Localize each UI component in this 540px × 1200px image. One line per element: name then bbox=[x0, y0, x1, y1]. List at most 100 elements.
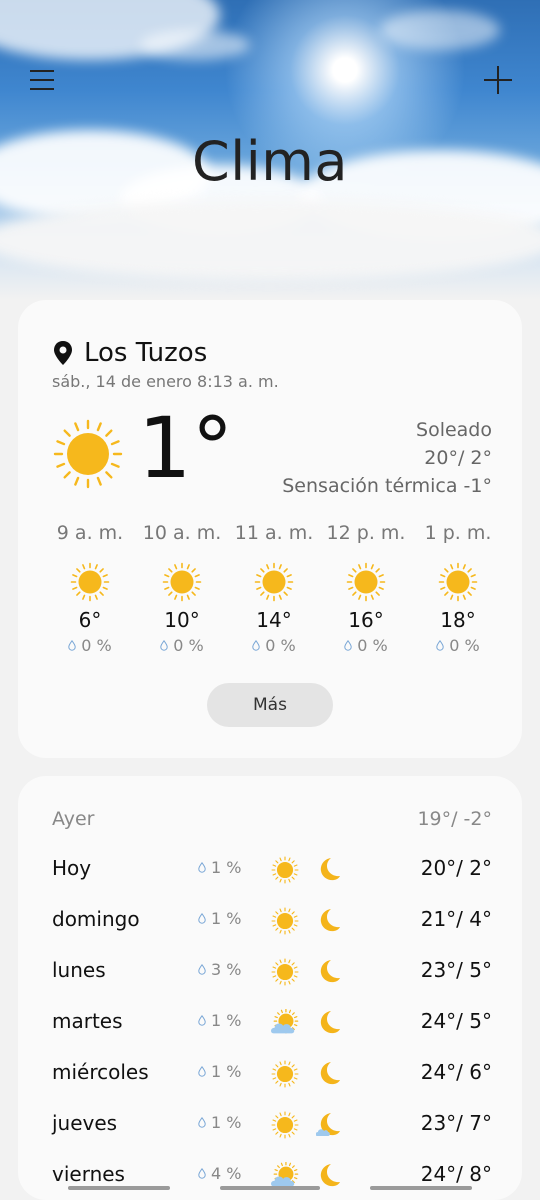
hour-precipitation: 0 % bbox=[136, 636, 228, 655]
hour-precipitation: 0 % bbox=[320, 636, 412, 655]
precipitation-value: 0 % bbox=[265, 636, 296, 655]
hour-time: 12 p. m. bbox=[326, 522, 406, 544]
sunny-icon bbox=[271, 1060, 299, 1088]
forecast-day-row[interactable]: jueves 1 % 23°/ 7° bbox=[52, 1103, 492, 1143]
condition-text: Soleado bbox=[416, 419, 492, 441]
moon-cloud-icon bbox=[316, 1113, 340, 1136]
day-name: martes bbox=[52, 1009, 123, 1033]
day-temperatures: 23°/ 5° bbox=[420, 958, 492, 982]
forecast-day-row[interactable]: miércoles 1 % 24°/ 6° bbox=[52, 1052, 492, 1092]
current-temperature: 1° bbox=[138, 399, 234, 497]
raindrop-icon bbox=[198, 1117, 206, 1128]
forecast-day-row[interactable]: lunes 3 % 23°/ 5° bbox=[52, 950, 492, 990]
day-name: Hoy bbox=[52, 856, 92, 880]
nav-recent-apps[interactable] bbox=[68, 1186, 170, 1190]
moon-icon bbox=[320, 1164, 340, 1187]
sunny-icon bbox=[271, 907, 299, 935]
day-temperatures: 24°/ 5° bbox=[420, 1009, 492, 1033]
hour-column: 1 p. m. 18° 0 % bbox=[412, 522, 504, 655]
location-name: Los Tuzos bbox=[84, 338, 208, 368]
raindrop-icon bbox=[160, 640, 168, 651]
weather-screen: Clima Los Tuzos sáb., 14 de enero 8:13 a… bbox=[0, 0, 540, 1200]
day-name: domingo bbox=[52, 907, 140, 931]
sunny-icon bbox=[271, 1111, 299, 1139]
raindrop-icon bbox=[252, 640, 260, 651]
precipitation-value: 4 % bbox=[211, 1164, 242, 1183]
hour-temperature: 14° bbox=[256, 608, 292, 632]
yesterday-label: Ayer bbox=[52, 808, 95, 830]
precipitation-value: 0 % bbox=[173, 636, 204, 655]
more-button[interactable]: Más bbox=[207, 683, 333, 727]
hour-precipitation: 0 % bbox=[228, 636, 320, 655]
sunny-icon bbox=[438, 562, 478, 602]
day-temperatures: 21°/ 4° bbox=[420, 907, 492, 931]
condition-block: Soleado 20°/ 2° Sensación térmica -1° bbox=[282, 416, 492, 500]
day-precipitation: 1 % bbox=[198, 1062, 241, 1081]
yesterday-temps: 19°/ -2° bbox=[417, 808, 492, 830]
sunny-icon bbox=[271, 856, 299, 884]
day-name: lunes bbox=[52, 958, 106, 982]
hour-time: 10 a. m. bbox=[142, 522, 222, 544]
hamburger-menu-icon[interactable] bbox=[28, 66, 56, 94]
precipitation-value: 1 % bbox=[211, 1062, 242, 1081]
raindrop-icon bbox=[198, 862, 206, 873]
precipitation-value: 0 % bbox=[449, 636, 480, 655]
day-precipitation: 1 % bbox=[198, 858, 241, 877]
plus-icon[interactable] bbox=[482, 64, 514, 96]
current-datetime: sáb., 14 de enero 8:13 a. m. bbox=[52, 372, 279, 391]
day-name: jueves bbox=[52, 1111, 118, 1135]
hour-temperature: 18° bbox=[440, 608, 476, 632]
sunny-icon bbox=[53, 419, 123, 489]
moon-icon bbox=[320, 909, 340, 932]
raindrop-icon bbox=[198, 1168, 206, 1179]
sunny-icon bbox=[162, 562, 202, 602]
daily-forecast-card[interactable]: Ayer 19°/ -2° Hoy 1 % 20°/ 2° domingo 1 % 21°… bbox=[18, 776, 522, 1200]
raindrop-icon bbox=[344, 640, 352, 651]
raindrop-icon bbox=[198, 1015, 206, 1026]
precipitation-value: 1 % bbox=[211, 1011, 242, 1030]
precipitation-value: 1 % bbox=[211, 858, 242, 877]
feels-like: Sensación térmica -1° bbox=[282, 475, 492, 497]
location-pin-icon bbox=[54, 341, 72, 365]
hour-time: 1 p. m. bbox=[424, 522, 492, 544]
hourly-forecast: 9 a. m. 6° 0 % 10 a. m. 10° 0 % 11 a. m. 14° 0 %… bbox=[44, 522, 504, 655]
sunny-icon bbox=[70, 562, 110, 602]
hour-column: 11 a. m. 14° 0 % bbox=[228, 522, 320, 655]
precipitation-value: 0 % bbox=[81, 636, 112, 655]
nav-back[interactable] bbox=[370, 1186, 472, 1190]
app-title: Clima bbox=[192, 130, 348, 193]
current-weather-card[interactable]: Los Tuzos sáb., 14 de enero 8:13 a. m. 1… bbox=[18, 300, 522, 758]
day-temperatures: 23°/ 7° bbox=[420, 1111, 492, 1135]
nav-home[interactable] bbox=[220, 1186, 320, 1190]
raindrop-icon bbox=[436, 640, 444, 651]
hour-temperature: 16° bbox=[348, 608, 384, 632]
day-temperatures: 24°/ 8° bbox=[420, 1162, 492, 1186]
forecast-day-row[interactable]: domingo 1 % 21°/ 4° bbox=[52, 899, 492, 939]
precipitation-value: 1 % bbox=[211, 909, 242, 928]
day-temperatures: 20°/ 2° bbox=[420, 856, 492, 880]
precipitation-value: 3 % bbox=[211, 960, 242, 979]
location-row: Los Tuzos bbox=[52, 338, 207, 368]
day-precipitation: 1 % bbox=[198, 1011, 241, 1030]
raindrop-icon bbox=[198, 964, 206, 975]
day-precipitation: 3 % bbox=[198, 960, 241, 979]
day-precipitation: 1 % bbox=[198, 909, 241, 928]
hour-column: 10 a. m. 10° 0 % bbox=[136, 522, 228, 655]
hour-time: 11 a. m. bbox=[234, 522, 314, 544]
moon-icon bbox=[320, 960, 340, 983]
raindrop-icon bbox=[68, 640, 76, 651]
forecast-day-row[interactable]: martes 1 % 24°/ 5° bbox=[52, 1001, 492, 1041]
moon-icon bbox=[320, 858, 340, 881]
hour-time: 9 a. m. bbox=[56, 522, 124, 544]
day-name: viernes bbox=[52, 1162, 125, 1186]
moon-icon bbox=[320, 1011, 340, 1034]
high-low-temps: 20°/ 2° bbox=[424, 447, 492, 469]
hour-temperature: 6° bbox=[78, 608, 102, 632]
day-temperatures: 24°/ 6° bbox=[420, 1060, 492, 1084]
forecast-day-row[interactable]: Hoy 1 % 20°/ 2° bbox=[52, 848, 492, 888]
partly-cloudy-icon bbox=[271, 1009, 299, 1034]
moon-icon bbox=[320, 1062, 340, 1085]
hour-temperature: 10° bbox=[164, 608, 200, 632]
day-name: miércoles bbox=[52, 1060, 149, 1084]
raindrop-icon bbox=[198, 913, 206, 924]
